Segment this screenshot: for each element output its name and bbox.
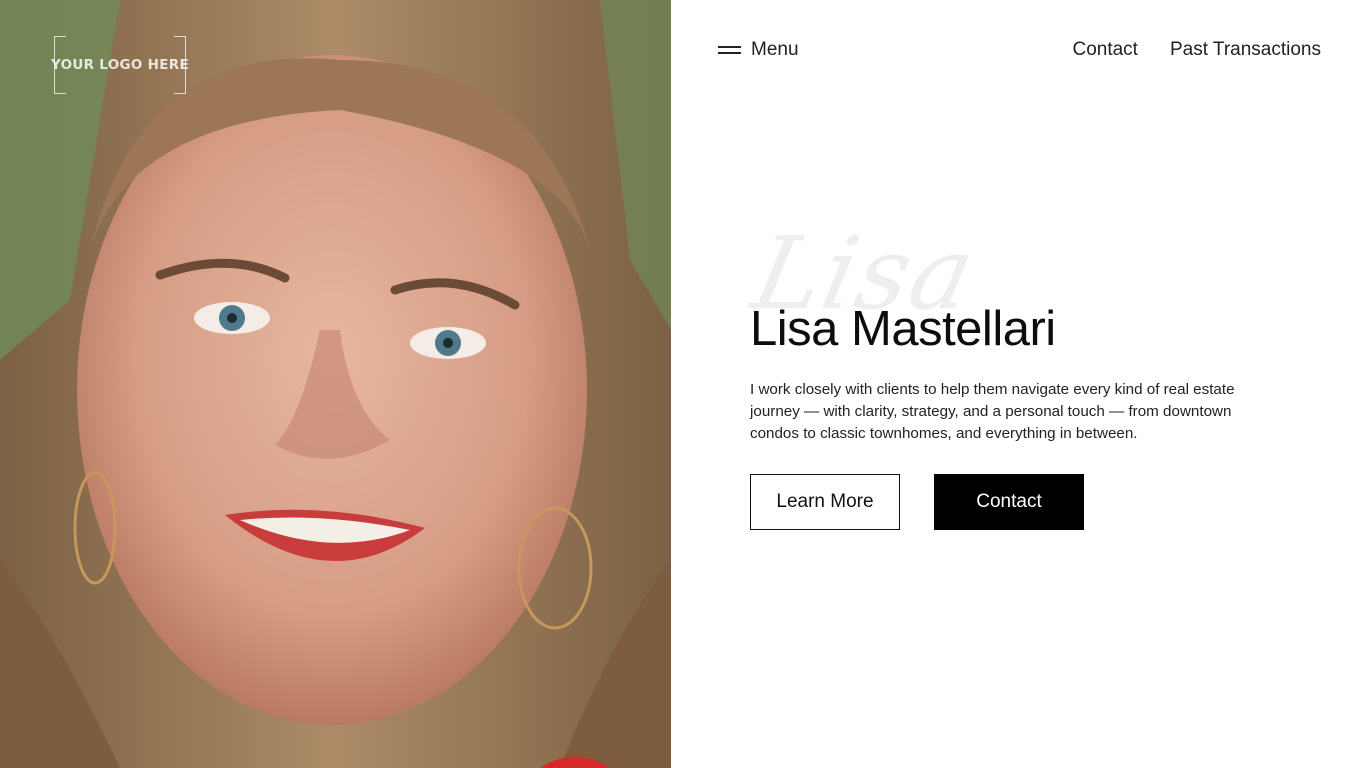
hero-photo: YOUR LOGO HERE [0, 0, 671, 768]
logo-bracket-right [174, 36, 186, 94]
portrait-illustration [0, 0, 671, 768]
logo-text: YOUR LOGO HERE [50, 57, 190, 73]
contact-button[interactable]: Contact [934, 474, 1084, 530]
learn-more-button[interactable]: Learn More [750, 474, 900, 530]
agent-description: I work closely with clients to help them… [750, 381, 1235, 442]
menu-label: Menu [751, 39, 799, 60]
menu-button[interactable]: Menu [718, 36, 799, 64]
nav-link-contact[interactable]: Contact [1072, 39, 1137, 61]
top-nav: Contact Past Transactions [1072, 36, 1321, 64]
logo-bracket-left [54, 36, 66, 94]
hamburger-icon [718, 45, 741, 55]
nav-link-past-transactions[interactable]: Past Transactions [1170, 39, 1321, 61]
agent-name-heading: Lisa Mastellari [750, 302, 1056, 356]
logo[interactable]: YOUR LOGO HERE [50, 36, 190, 94]
